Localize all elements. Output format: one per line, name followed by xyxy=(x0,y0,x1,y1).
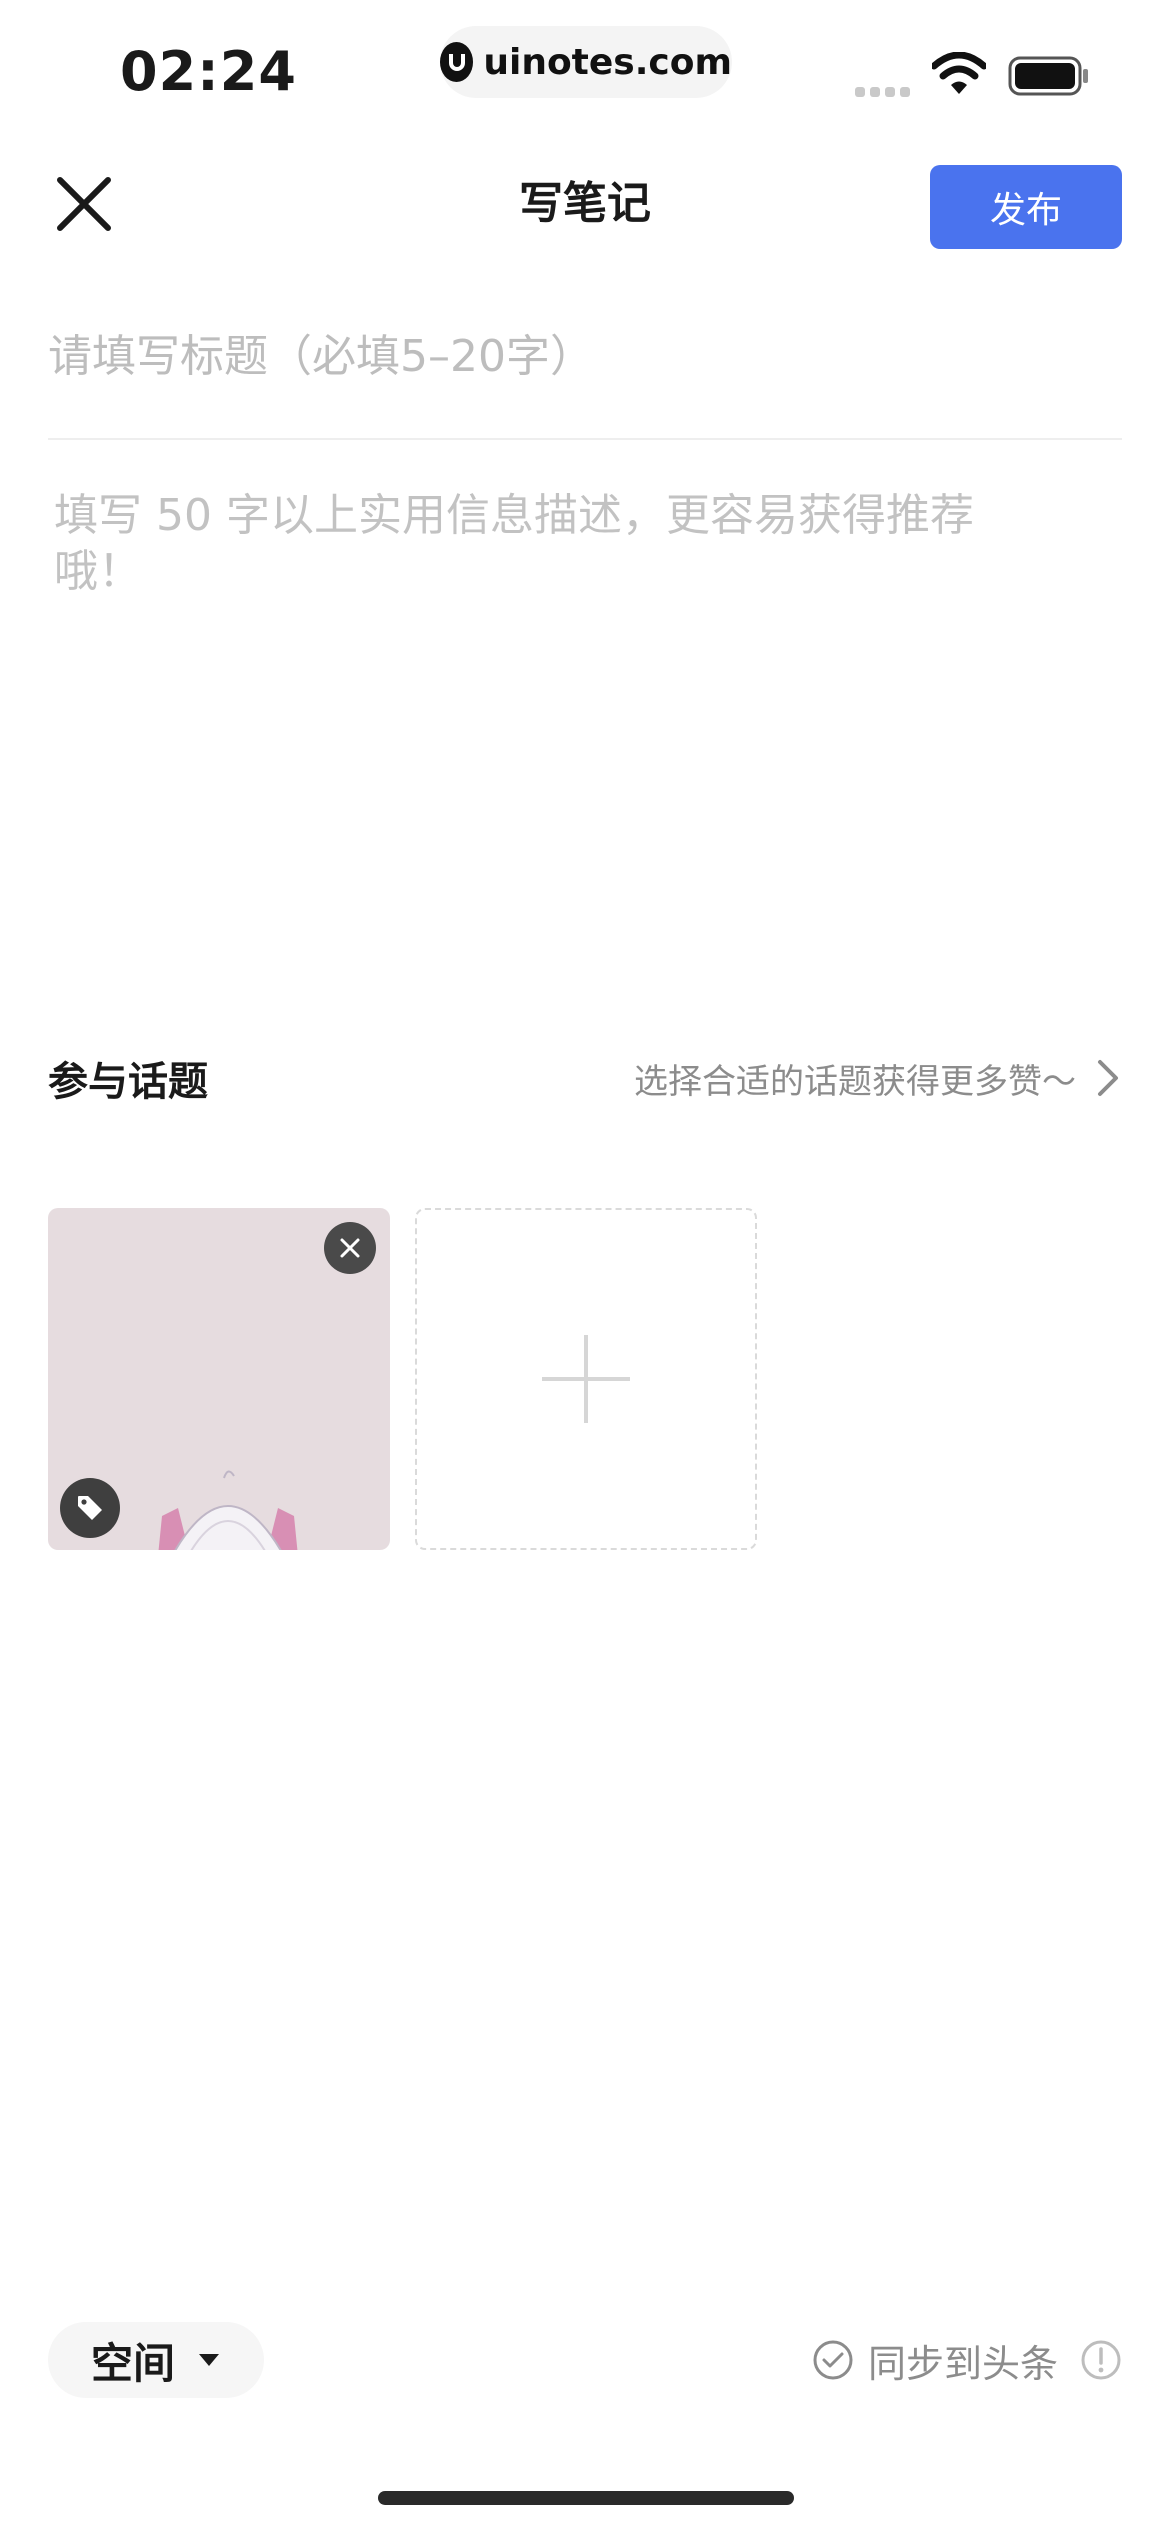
cellular-signal-icon xyxy=(855,82,915,97)
close-icon[interactable] xyxy=(52,172,116,236)
topic-hint: 选择合适的话题获得更多赞～ xyxy=(634,1061,1076,1102)
tag-image-button[interactable] xyxy=(60,1478,120,1538)
sync-toutiao-row[interactable]: 同步到头条 xyxy=(812,2330,1122,2390)
space-label: 空间 xyxy=(90,2338,175,2388)
anime-figure-image xyxy=(158,1470,298,1550)
space-selector[interactable]: 空间 xyxy=(48,2322,264,2398)
body-input[interactable] xyxy=(54,488,1034,948)
topic-label: 参与话题 xyxy=(48,1059,208,1105)
check-circle-icon[interactable] xyxy=(812,2339,854,2381)
publish-button[interactable]: 发布 xyxy=(930,165,1122,249)
chevron-right-icon xyxy=(1098,1060,1118,1096)
site-logo-icon xyxy=(440,42,474,82)
add-image-button[interactable] xyxy=(415,1208,757,1550)
remove-image-button[interactable] xyxy=(324,1222,376,1274)
home-indicator xyxy=(378,2491,794,2505)
url-pill[interactable]: uinotes.com xyxy=(440,26,732,98)
status-time: 02:24 xyxy=(120,40,297,103)
info-icon[interactable] xyxy=(1080,2339,1122,2381)
close-icon xyxy=(340,1238,360,1258)
title-input[interactable] xyxy=(48,318,1122,394)
battery-icon xyxy=(1008,56,1088,96)
wifi-icon xyxy=(932,52,986,94)
tag-icon xyxy=(78,1496,102,1520)
divider xyxy=(48,438,1122,440)
plus-icon xyxy=(542,1335,630,1423)
image-thumbnail[interactable] xyxy=(48,1208,390,1550)
topic-row[interactable]: 参与话题 选择合适的话题获得更多赞～ xyxy=(48,1040,1122,1116)
sync-label: 同步到头条 xyxy=(868,2341,1059,2386)
caret-down-icon xyxy=(199,2354,219,2366)
url-text: uinotes.com xyxy=(483,41,732,83)
